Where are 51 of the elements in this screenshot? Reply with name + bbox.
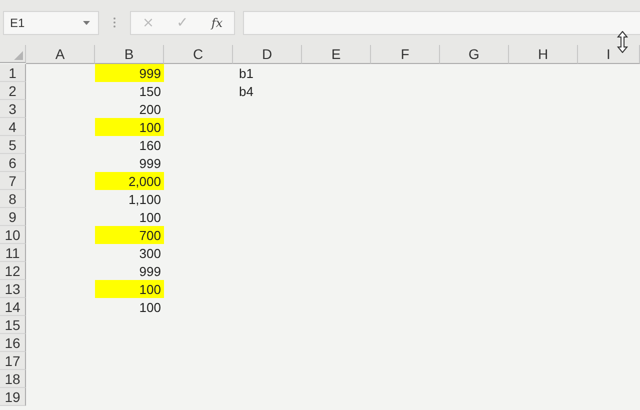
- table-cell-text: 1,100: [127, 190, 162, 208]
- table-cell-text: b1: [238, 64, 254, 82]
- row-header[interactable]: 2: [0, 82, 26, 100]
- row-header[interactable]: 1: [0, 64, 26, 82]
- row-header[interactable]: 17: [0, 352, 26, 370]
- row-header[interactable]: 16: [0, 334, 26, 352]
- row-header[interactable]: 12: [0, 262, 26, 280]
- row-header[interactable]: 5: [0, 136, 26, 154]
- row-header[interactable]: 3: [0, 100, 26, 118]
- row-header[interactable]: 7: [0, 172, 26, 190]
- column-header[interactable]: I: [578, 45, 640, 64]
- table-cell-text: b4: [238, 82, 254, 100]
- row-header[interactable]: 9: [0, 208, 26, 226]
- table-cell-text: 100: [138, 208, 162, 226]
- row-header[interactable]: 6: [0, 154, 26, 172]
- column-header[interactable]: E: [302, 45, 371, 64]
- table-cell-text: 999: [138, 262, 162, 280]
- column-header[interactable]: H: [509, 45, 578, 64]
- row-header[interactable]: 14: [0, 298, 26, 316]
- table-cell: 999: [95, 64, 164, 82]
- caret-icon[interactable]: [83, 20, 90, 24]
- column-header[interactable]: A: [26, 45, 95, 64]
- row-header[interactable]: 4: [0, 118, 26, 136]
- column-header[interactable]: F: [371, 45, 440, 64]
- table-cell-text: 300: [138, 244, 162, 262]
- formula-input-field[interactable]: [243, 10, 640, 34]
- column-header[interactable]: G: [440, 45, 509, 64]
- row-header[interactable]: 10: [0, 226, 26, 244]
- grip-icon: [113, 17, 116, 28]
- row-header[interactable]: 15: [0, 316, 26, 334]
- table-cell: 2,000: [95, 172, 164, 190]
- row-header[interactable]: 11: [0, 244, 26, 262]
- select-all-triangle-icon[interactable]: [14, 51, 23, 60]
- table-cell-text: 100: [138, 298, 162, 316]
- column-header[interactable]: D: [233, 45, 302, 64]
- function-button[interactable]: fx: [207, 16, 227, 30]
- table-cell: 700: [95, 226, 164, 244]
- table-cell-text: 999: [138, 154, 162, 172]
- table-cell: 100: [95, 280, 164, 298]
- table-cell: 100: [95, 118, 164, 136]
- name-box[interactable]: E1: [3, 10, 99, 34]
- row-header[interactable]: 19: [0, 388, 26, 406]
- table-cell-text: 150: [138, 82, 162, 100]
- column-header[interactable]: C: [164, 45, 233, 64]
- row-header[interactable]: 8: [0, 190, 26, 208]
- table-cell-text: 200: [138, 100, 162, 118]
- table-cell-text: 160: [138, 136, 162, 154]
- resize-cursor-icon: [617, 31, 628, 53]
- row-header[interactable]: 18: [0, 370, 26, 388]
- row-header[interactable]: 13: [0, 280, 26, 298]
- column-header[interactable]: B: [95, 45, 164, 64]
